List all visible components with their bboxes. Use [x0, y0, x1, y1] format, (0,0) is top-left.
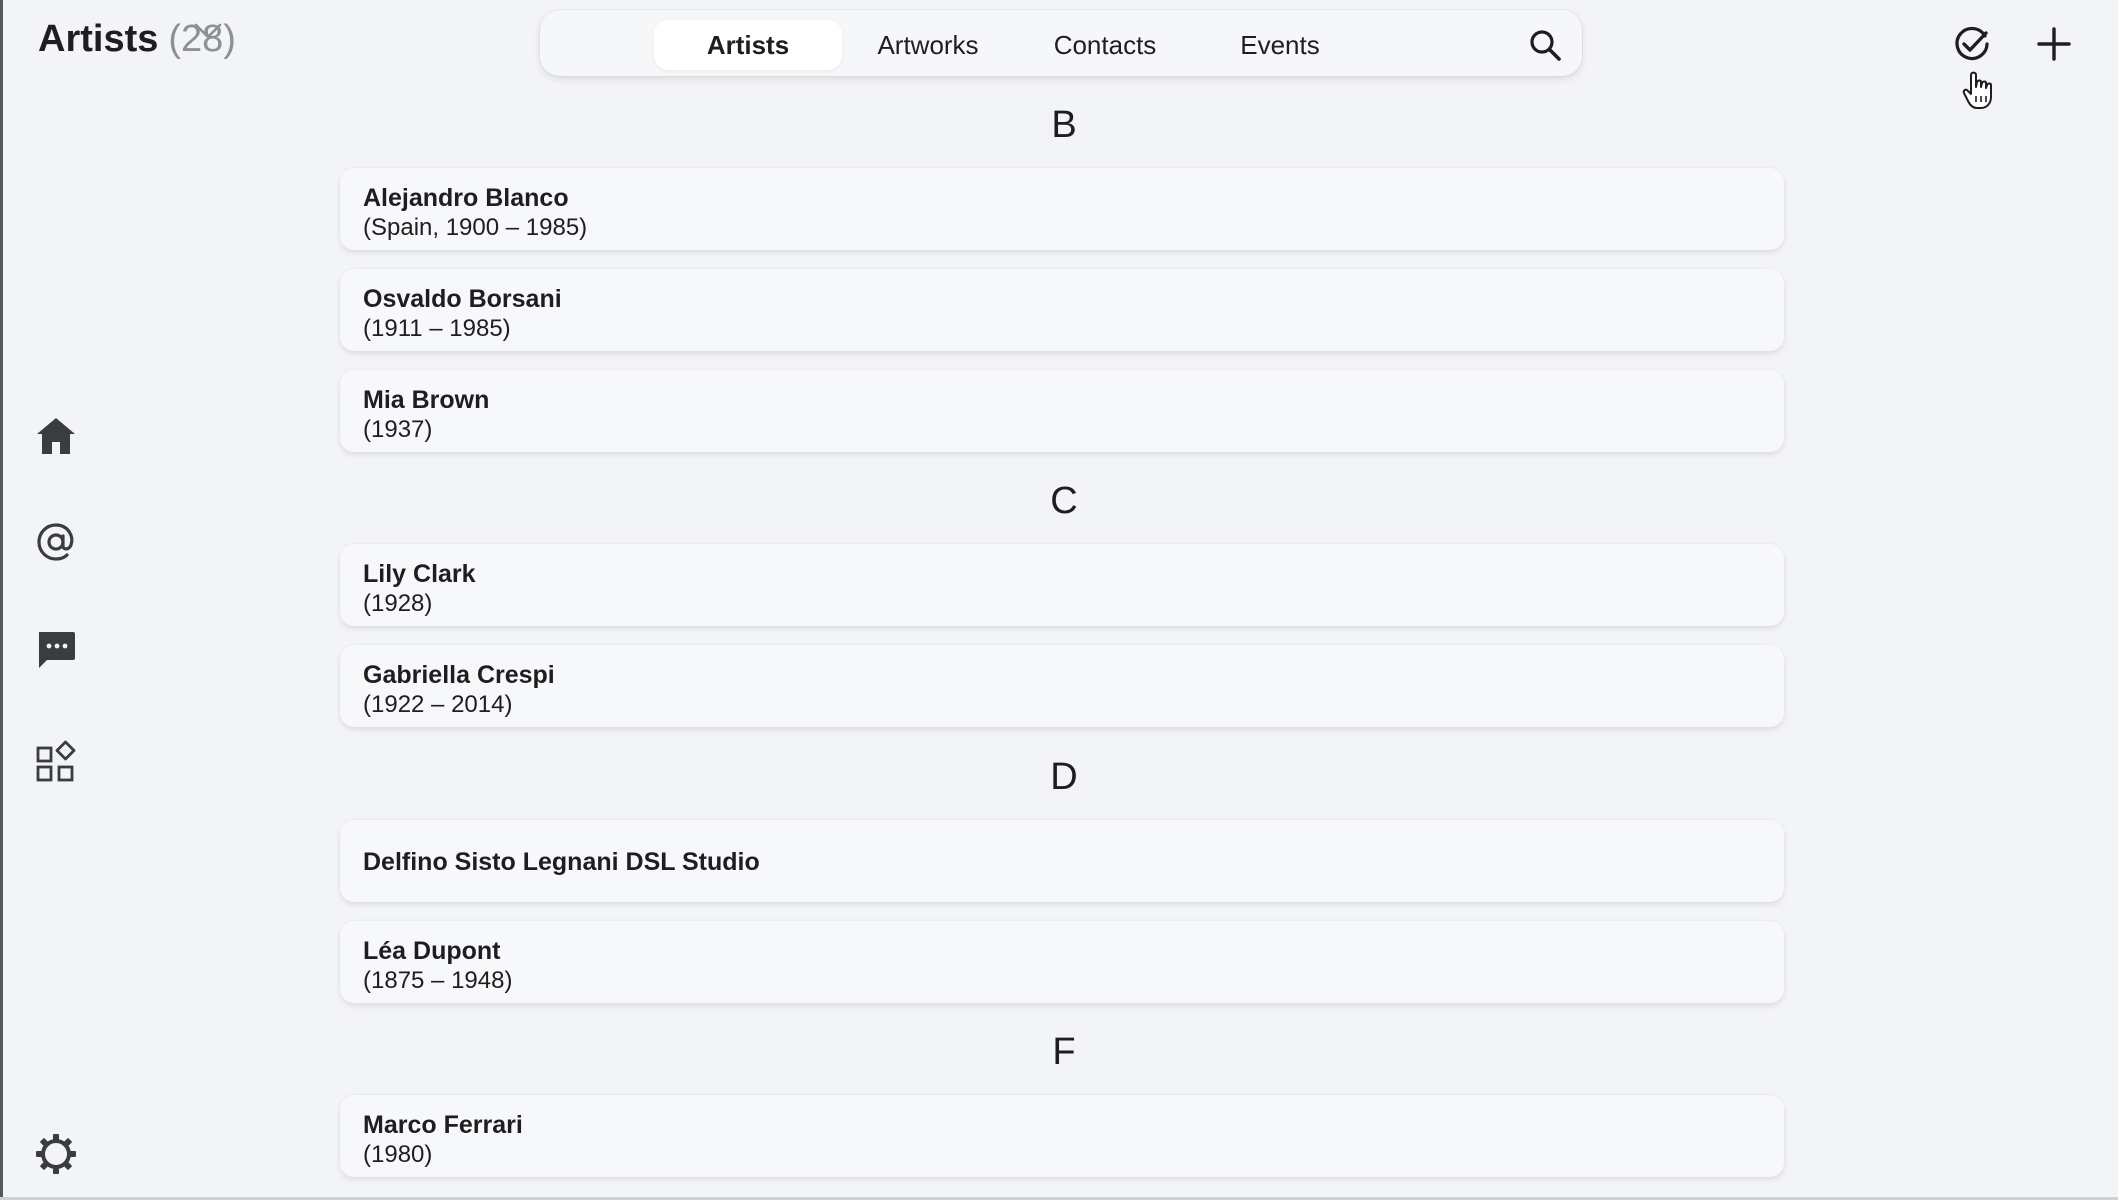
- artist-name: Osvaldo Borsani: [363, 285, 562, 313]
- home-icon[interactable]: [34, 414, 78, 458]
- artist-name: Lily Clark: [363, 560, 476, 588]
- gear-icon[interactable]: [34, 1132, 78, 1176]
- tab-events[interactable]: Events: [1220, 20, 1340, 70]
- tab-artworks[interactable]: Artworks: [858, 20, 998, 70]
- chat-icon[interactable]: [34, 628, 78, 672]
- artist-name: Mia Brown: [363, 386, 490, 414]
- artist-details: (1937): [363, 416, 433, 443]
- section-tab-bar: Artists Artworks Contacts Events: [540, 10, 1582, 76]
- artist-details: (1911 – 1985): [363, 315, 511, 342]
- artist-name: Marco Ferrari: [363, 1111, 523, 1139]
- hand-cursor-icon: [1962, 71, 1992, 109]
- artist-name: Gabriella Crespi: [363, 661, 555, 689]
- at-icon[interactable]: [34, 520, 78, 564]
- section-letter-d: D: [1050, 756, 1078, 798]
- artist-details: (1922 – 2014): [363, 691, 513, 718]
- window-edge: [0, 0, 3, 1200]
- artist-details: (1875 – 1948): [363, 967, 513, 994]
- artist-card[interactable]: Marco Ferrari (1980): [340, 1095, 1784, 1177]
- artist-card[interactable]: Lily Clark (1928): [340, 544, 1784, 626]
- artist-card[interactable]: Léa Dupont (1875 – 1948): [340, 921, 1784, 1003]
- artist-details: (1980): [363, 1141, 433, 1168]
- section-letter-f: F: [1052, 1031, 1076, 1073]
- artist-card[interactable]: Alejandro Blanco (Spain, 1900 – 1985): [340, 168, 1784, 250]
- artist-details: (Spain, 1900 – 1985): [363, 214, 588, 241]
- tab-contacts[interactable]: Contacts: [1040, 20, 1170, 70]
- artist-card[interactable]: Osvaldo Borsani (1911 – 1985): [340, 269, 1784, 351]
- artist-card[interactable]: Delfino Sisto Legnani DSL Studio: [340, 820, 1784, 902]
- plus-icon[interactable]: [2034, 24, 2074, 64]
- tab-artists[interactable]: Artists: [654, 20, 842, 70]
- check-circle-icon[interactable]: [1952, 24, 1992, 64]
- section-letter-c: C: [1050, 480, 1078, 522]
- section-letter-b: B: [1051, 104, 1077, 146]
- page-title: Artists: [38, 18, 159, 60]
- artist-name: Alejandro Blanco: [363, 184, 569, 212]
- chevron-down-icon[interactable]: [193, 20, 223, 42]
- artist-name: Delfino Sisto Legnani DSL Studio: [363, 848, 760, 876]
- artist-card[interactable]: Mia Brown (1937): [340, 370, 1784, 452]
- artist-name: Léa Dupont: [363, 937, 501, 965]
- apps-icon[interactable]: [34, 740, 78, 784]
- artist-details: (1928): [363, 590, 433, 617]
- artist-card[interactable]: Gabriella Crespi (1922 – 2014): [340, 645, 1784, 727]
- search-icon[interactable]: [1528, 28, 1562, 62]
